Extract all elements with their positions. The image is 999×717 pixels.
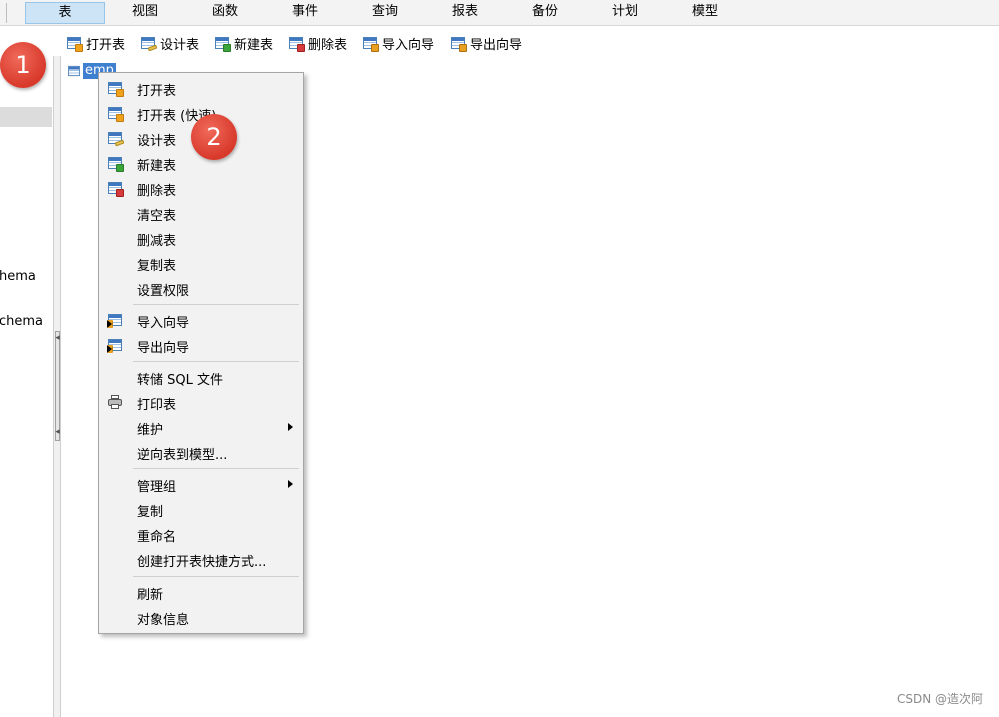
menu-item-label: 打开表	[137, 84, 177, 99]
tab-backup[interactable]: 备份	[505, 2, 585, 24]
delete-table-label: 删除表	[308, 37, 348, 53]
import-wizard-button[interactable]: 导入向导	[362, 32, 434, 54]
step-2-badge: 2	[191, 114, 237, 160]
menu-separator	[133, 361, 299, 362]
menu-item-empty-table[interactable]: 清空表	[99, 201, 303, 225]
menu-separator	[133, 576, 299, 577]
menu-item-dump-sql[interactable]: 转储 SQL 文件	[99, 365, 303, 389]
tree-item-schema-2[interactable]: chema	[0, 314, 43, 329]
menu-item-maintain[interactable]: 维护	[99, 415, 303, 439]
menu-item-label: 管理组	[137, 480, 177, 495]
delete-table-icon	[107, 180, 124, 197]
menu-item-label: 导入向导	[137, 316, 190, 331]
menu-item-reverse-to-model[interactable]: 逆向表到模型...	[99, 440, 303, 464]
open-table-button[interactable]: 打开表	[66, 32, 125, 54]
tree-selected-row[interactable]	[0, 107, 52, 127]
menu-item-label: 重命名	[137, 530, 177, 545]
tab-function[interactable]: 函数	[185, 2, 265, 24]
menu-item-copy[interactable]: 复制	[99, 497, 303, 521]
delete-table-button[interactable]: 删除表	[288, 32, 347, 54]
menu-item-import-wizard[interactable]: 导入向导	[99, 308, 303, 332]
collapse-left-icon-2[interactable]: ◂	[54, 428, 61, 437]
menu-item-delete-table[interactable]: 删除表	[99, 176, 303, 200]
new-table-icon	[107, 155, 124, 172]
delete-table-icon	[288, 35, 305, 52]
import-wizard-icon	[107, 312, 123, 328]
menu-item-object-info[interactable]: 对象信息	[99, 605, 303, 629]
menu-item-label: 设计表	[137, 134, 177, 149]
menu-item-label: 转储 SQL 文件	[137, 373, 223, 388]
menu-item-label: 清空表	[137, 209, 177, 224]
tab-table[interactable]: 表	[25, 2, 105, 24]
submenu-arrow-icon	[288, 423, 293, 431]
import-wizard-icon	[362, 35, 379, 52]
printer-icon	[107, 394, 123, 410]
menu-separator	[6, 3, 7, 23]
menu-item-truncate-table[interactable]: 删减表	[99, 226, 303, 250]
open-table-icon	[66, 35, 83, 52]
toolbar: 打开表 设计表 新建表 删除表 导入向导 导出向导	[62, 30, 999, 56]
menu-item-label: 设置权限	[137, 284, 190, 299]
menu-separator	[133, 468, 299, 469]
menu-item-label: 复制	[137, 505, 164, 520]
menu-item-label: 复制表	[137, 259, 177, 274]
menu-item-label: 删除表	[137, 184, 177, 199]
import-wizard-label: 导入向导	[382, 37, 435, 53]
tab-event[interactable]: 事件	[265, 2, 345, 24]
menu-item-open-table[interactable]: 打开表	[99, 76, 303, 100]
open-table-fast-icon	[107, 105, 124, 122]
new-table-icon	[214, 35, 231, 52]
tab-model[interactable]: 模型	[665, 2, 745, 24]
design-table-label: 设计表	[160, 37, 200, 53]
export-wizard-button[interactable]: 导出向导	[450, 32, 522, 54]
new-table-label: 新建表	[234, 37, 274, 53]
design-table-icon	[107, 130, 125, 147]
design-table-button[interactable]: 设计表	[140, 32, 199, 54]
export-wizard-icon	[450, 35, 467, 52]
tab-schedule[interactable]: 计划	[585, 2, 665, 24]
menu-item-label: 导出向导	[137, 341, 190, 356]
open-table-icon	[107, 80, 124, 97]
menu-item-rename[interactable]: 重命名	[99, 522, 303, 546]
tab-view[interactable]: 视图	[105, 2, 185, 24]
export-wizard-icon	[107, 337, 123, 353]
menu-item-refresh[interactable]: 刷新	[99, 580, 303, 604]
tree-item-schema[interactable]: hema	[0, 269, 36, 284]
design-table-icon	[140, 35, 158, 52]
step-1-badge: 1	[0, 42, 46, 88]
menu-item-label: 打印表	[137, 398, 177, 413]
table-icon	[67, 64, 81, 78]
menu-item-label: 对象信息	[137, 613, 190, 628]
export-wizard-label: 导出向导	[470, 37, 523, 53]
menu-item-label: 逆向表到模型...	[137, 448, 228, 463]
menu-item-label: 创建打开表快捷方式...	[137, 555, 267, 570]
menu-item-export-wizard[interactable]: 导出向导	[99, 333, 303, 357]
connection-tree-panel[interactable]: hema chema	[0, 56, 54, 717]
panel-splitter[interactable]: ◂ ◂	[54, 56, 61, 717]
open-table-label: 打开表	[86, 37, 126, 53]
tab-report[interactable]: 报表	[425, 2, 505, 24]
menu-item-label: 刷新	[137, 588, 164, 603]
menu-item-label: 删减表	[137, 234, 177, 249]
new-table-button[interactable]: 新建表	[214, 32, 273, 54]
tab-query[interactable]: 查询	[345, 2, 425, 24]
menu-bar: 表 视图 函数 事件 查询 报表 备份 计划 模型	[0, 0, 999, 26]
collapse-left-icon[interactable]: ◂	[54, 334, 61, 343]
menu-item-label: 新建表	[137, 159, 177, 174]
menu-item-duplicate-table[interactable]: 复制表	[99, 251, 303, 275]
menu-item-set-permissions[interactable]: 设置权限	[99, 276, 303, 300]
menu-item-label: 维护	[137, 423, 164, 438]
splitter-handle[interactable]	[55, 331, 60, 441]
submenu-arrow-icon	[288, 480, 293, 488]
menu-item-create-shortcut[interactable]: 创建打开表快捷方式...	[99, 547, 303, 571]
menu-separator	[133, 304, 299, 305]
menu-item-manage-group[interactable]: 管理组	[99, 472, 303, 496]
menu-item-print-table[interactable]: 打印表	[99, 390, 303, 414]
watermark: CSDN @造次阿	[896, 692, 983, 706]
